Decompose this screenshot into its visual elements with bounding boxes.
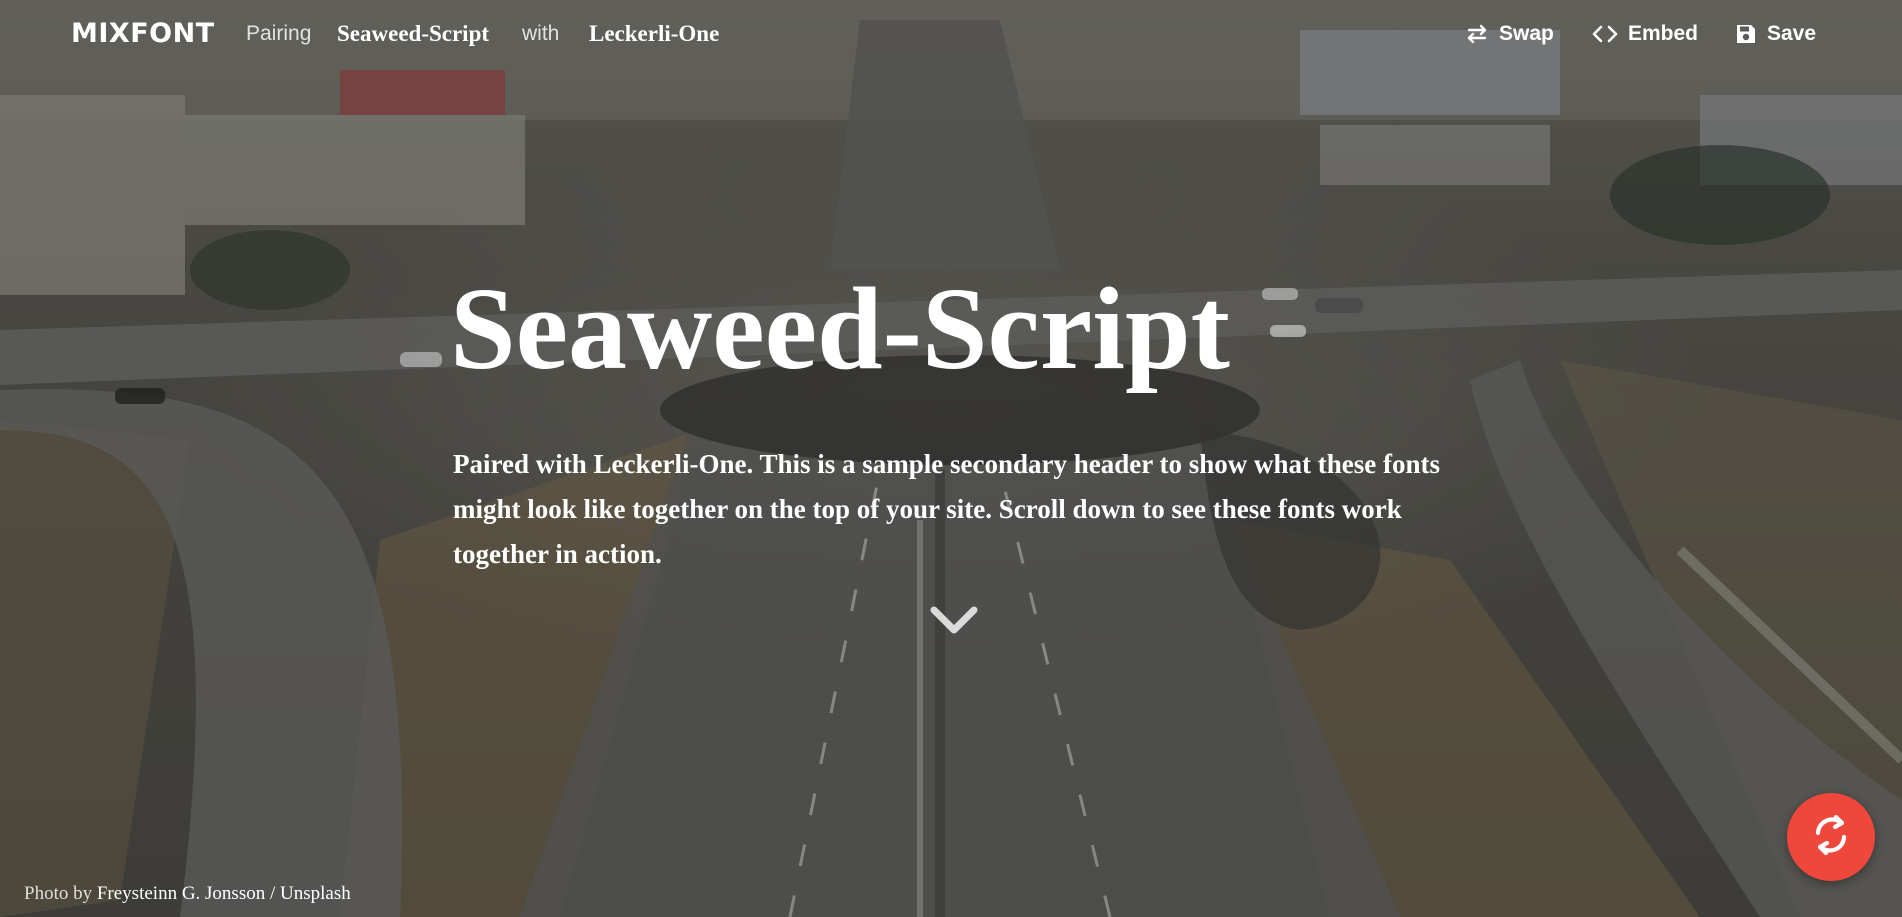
- mixfont-logo[interactable]: MIXFONT: [71, 18, 215, 49]
- floppy-disk-icon: [1735, 23, 1757, 45]
- photo-credit: Photo by Freysteinn G. Jonsson / Unsplas…: [24, 883, 351, 905]
- secondary-font-link[interactable]: Leckerli-One: [589, 21, 719, 47]
- refresh-icon: [1809, 813, 1853, 862]
- embed-label: Embed: [1628, 22, 1699, 45]
- swap-label: Swap: [1499, 22, 1554, 45]
- swap-button[interactable]: Swap: [1465, 22, 1554, 46]
- save-label: Save: [1767, 22, 1817, 45]
- save-button[interactable]: Save: [1735, 22, 1816, 46]
- primary-font-link[interactable]: Seaweed-Script: [337, 21, 489, 47]
- chevron-down-icon: [928, 606, 980, 642]
- code-brackets-icon: [1592, 23, 1618, 45]
- credit-author-link[interactable]: Freysteinn G. Jonsson: [97, 883, 265, 904]
- credit-prefix: Photo by: [24, 883, 93, 904]
- credit-separator: /: [269, 883, 276, 904]
- pairing-label: Pairing: [246, 22, 312, 45]
- shuffle-fonts-button[interactable]: [1787, 793, 1875, 881]
- with-label: with: [522, 22, 560, 45]
- hero-description: Paired with Leckerli-One. This is a samp…: [453, 449, 1441, 569]
- scroll-down-button[interactable]: [928, 604, 980, 638]
- swap-arrows-icon: [1465, 23, 1489, 45]
- hero-title: Seaweed-Script: [450, 263, 1230, 394]
- page: MIXFONT Pairing Seaweed-Script with Leck…: [0, 0, 1902, 917]
- top-navigation: MIXFONT Pairing Seaweed-Script with Leck…: [0, 0, 1902, 70]
- credit-source-link[interactable]: Unsplash: [280, 883, 351, 904]
- embed-button[interactable]: Embed: [1592, 22, 1698, 46]
